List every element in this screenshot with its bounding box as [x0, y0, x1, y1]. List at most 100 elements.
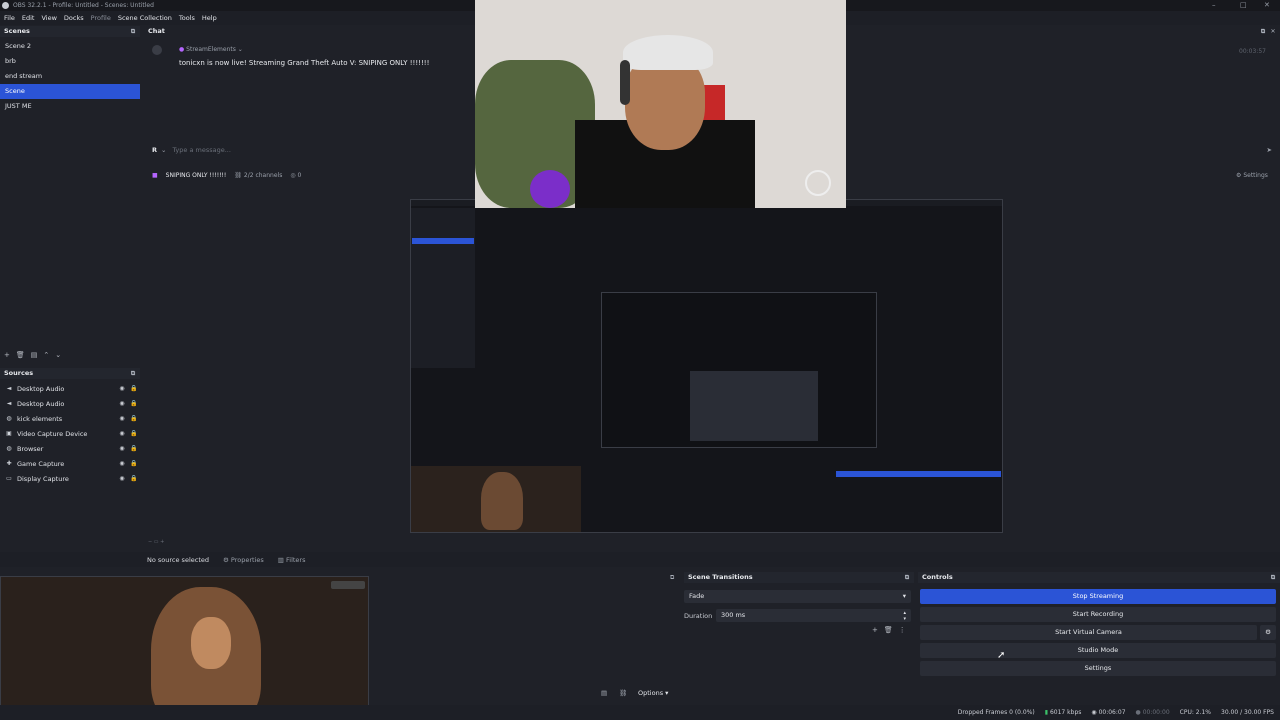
menu-tools[interactable]: Tools [179, 14, 195, 22]
nested-deeper-preview [690, 371, 818, 441]
channels-count[interactable]: ⛓ 2/2 channels [234, 172, 282, 179]
source-item[interactable]: ◄ Desktop Audio ◉ 🔒 [0, 396, 140, 411]
obs-logo-icon [2, 2, 9, 9]
scene-item[interactable]: brb [0, 54, 140, 69]
globe-icon: ◍ [6, 445, 12, 452]
source-label: Browser [17, 444, 44, 453]
start-recording-button[interactable]: Start Recording [920, 607, 1276, 622]
remove-scene-icon[interactable]: 🗑 [16, 351, 25, 359]
program-preview[interactable] [410, 199, 1003, 533]
webcam-logo-icon [805, 170, 831, 196]
signal-icon: ▮ [1044, 709, 1049, 716]
source-label: Game Capture [17, 459, 65, 468]
source-item[interactable]: ▭ Display Capture ◉ 🔒 [0, 471, 140, 486]
visibility-eye-icon[interactable]: ◉ [116, 415, 128, 422]
chat-settings-button[interactable]: ⚙ Settings [1236, 172, 1268, 179]
menu-profile[interactable]: Profile [91, 14, 111, 22]
lock-icon[interactable]: 🔒 [128, 445, 140, 452]
stop-streaming-button[interactable]: Stop Streaming [920, 589, 1276, 604]
menu-file[interactable]: File [4, 14, 15, 22]
mixer-list-icon[interactable]: ▤ [601, 689, 607, 697]
settings-button[interactable]: Settings [920, 661, 1276, 676]
move-up-icon[interactable]: ⌃ [43, 351, 49, 359]
visibility-eye-icon[interactable]: ◉ [116, 400, 128, 407]
menu-edit[interactable]: Edit [22, 14, 35, 22]
source-label: Display Capture [17, 474, 69, 483]
chat-input[interactable]: Type a message... [172, 146, 230, 154]
mixer-link-icon[interactable]: ⛓ [619, 689, 627, 697]
scene-item[interactable]: Scene 2 [0, 39, 140, 54]
visibility-eye-icon[interactable]: ◉ [116, 430, 128, 437]
globe-icon: ◍ [6, 415, 12, 422]
send-icon[interactable]: ➤ [1267, 146, 1272, 154]
undock-icon[interactable]: ⧉ [1268, 572, 1278, 583]
source-item[interactable]: ▣ Video Capture Device ◉ 🔒 [0, 426, 140, 441]
sources-header: Sources ⧉ [0, 368, 140, 379]
channel-icon: ■ [152, 172, 158, 179]
menu-docks[interactable]: Docks [64, 14, 84, 22]
undock-icon[interactable]: ⧉ [670, 574, 674, 582]
remove-transition-icon[interactable]: 🗑 [884, 626, 893, 634]
options-button[interactable]: Options ▾ [638, 689, 668, 697]
lock-icon[interactable]: 🔒 [128, 400, 140, 407]
context-bar: No source selected ⚙ Properties ▥ Filter… [0, 552, 1280, 567]
source-item[interactable]: ◄ Desktop Audio ◉ 🔒 [0, 381, 140, 396]
zoom-controls-icon[interactable]: − ▭ + [148, 539, 164, 545]
undock-icon[interactable]: ⧉ [902, 572, 912, 583]
maximize-button[interactable]: □ [1240, 0, 1247, 11]
filter-icon: ▥ [277, 555, 284, 564]
gear-icon: ⚙ [1236, 172, 1242, 179]
menu-help[interactable]: Help [202, 14, 217, 22]
bitrate: ▮ 6017 kbps [1044, 709, 1082, 716]
visibility-eye-icon[interactable]: ◉ [116, 445, 128, 452]
nested-dancer-hair [481, 472, 523, 530]
scene-item[interactable]: JUST ME [0, 99, 140, 114]
add-transition-icon[interactable]: + [872, 626, 878, 634]
lock-icon[interactable]: 🔒 [128, 385, 140, 392]
status-bar: Dropped Frames 0 (0.0%) ▮ 6017 kbps ◉ 00… [0, 705, 1280, 720]
duration-input[interactable]: 300 ms ▴ ▾ [716, 609, 911, 622]
duration-label: Duration [684, 612, 713, 620]
source-item[interactable]: ◍ Browser ◉ 🔒 [0, 441, 140, 456]
studio-mode-button[interactable]: Studio Mode [920, 643, 1276, 658]
chat-timestamp: 00:03:57 [1239, 48, 1266, 55]
close-dock-icon[interactable]: ✕ [1268, 26, 1278, 37]
lock-icon[interactable]: 🔒 [128, 475, 140, 482]
virtual-camera-settings-button[interactable]: ⚙ [1260, 625, 1276, 640]
visibility-eye-icon[interactable]: ◉ [116, 385, 128, 392]
undock-icon[interactable]: ⧉ [128, 368, 138, 379]
visibility-eye-icon[interactable]: ◉ [116, 475, 128, 482]
visibility-eye-icon[interactable]: ◉ [116, 460, 128, 467]
mouse-cursor-icon: ➚ [997, 650, 1006, 661]
lock-icon[interactable]: 🔒 [128, 430, 140, 437]
lock-icon[interactable]: 🔒 [128, 460, 140, 467]
move-down-icon[interactable]: ⌄ [55, 351, 61, 359]
spinner-icon[interactable]: ▴ ▾ [903, 610, 906, 622]
transition-select[interactable]: Fade ▾ [684, 590, 911, 603]
sources-dock: Sources ⧉ ◄ Desktop Audio ◉ 🔒 ◄ Desktop Audi… [0, 368, 140, 538]
properties-button[interactable]: ⚙ Properties [223, 556, 264, 564]
dancer-video-overlay [0, 576, 369, 720]
close-window-button[interactable]: ✕ [1264, 0, 1270, 11]
menu-scene-collection[interactable]: Scene Collection [118, 14, 172, 22]
lock-icon[interactable]: 🔒 [128, 415, 140, 422]
undock-icon[interactable]: ⧉ [128, 26, 138, 37]
chevron-down-icon[interactable]: ⌄ [161, 146, 166, 154]
undock-icon[interactable]: ⧉ [1258, 26, 1268, 37]
scene-filter-icon[interactable]: ▤ [31, 351, 38, 359]
more-options-icon[interactable]: ⋮ [899, 626, 906, 634]
cpu-usage: CPU: 2.1% [1179, 709, 1212, 716]
source-item[interactable]: ✚ Game Capture ◉ 🔒 [0, 456, 140, 471]
scene-item[interactable]: end stream [0, 69, 140, 84]
chat-sender: ● StreamElements ⌄ [179, 46, 243, 53]
filters-button[interactable]: ▥ Filters [278, 556, 306, 564]
platform-icon[interactable]: R [152, 146, 157, 154]
minimize-button[interactable]: – [1212, 0, 1216, 11]
add-scene-icon[interactable]: + [4, 351, 10, 359]
scene-item-selected[interactable]: Scene [0, 84, 140, 99]
source-item[interactable]: ◍ kick elements ◉ 🔒 [0, 411, 140, 426]
fps-display: 30.00 / 30.00 FPS [1221, 709, 1274, 716]
start-virtual-camera-button[interactable]: Start Virtual Camera [920, 625, 1257, 640]
menu-view[interactable]: View [41, 14, 56, 22]
person-cap [623, 35, 713, 70]
